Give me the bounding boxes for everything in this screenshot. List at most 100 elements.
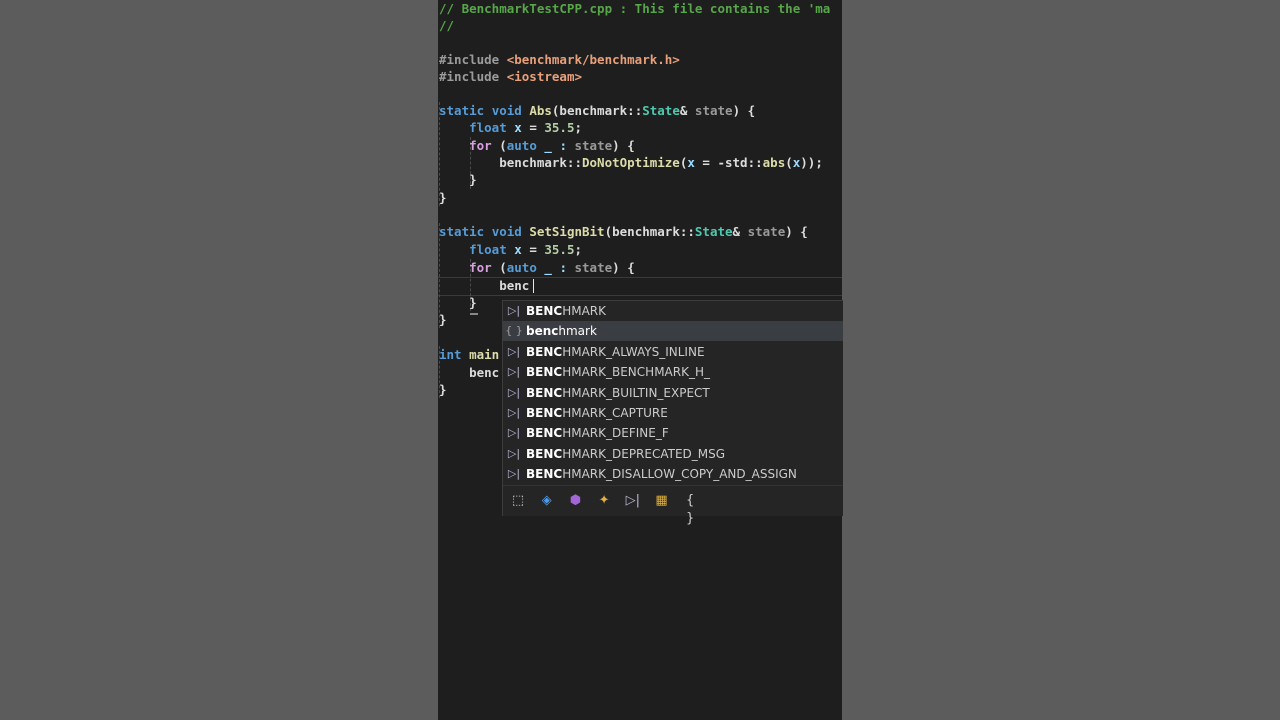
macro-icon: ▷| — [507, 344, 521, 358]
filter-struct-icon[interactable]: ⬢ — [566, 492, 584, 510]
suggestion-match: BENC — [526, 304, 563, 318]
code-token: = — [521, 120, 545, 135]
suggestion-match: BENC — [526, 406, 563, 420]
code-line[interactable]: benc — [439, 364, 499, 381]
code-token: #include — [439, 69, 507, 84]
code-line[interactable]: static void Abs(benchmark::State& state)… — [439, 102, 755, 119]
code-token: ) { — [785, 224, 808, 239]
code-token: 35.5 — [544, 242, 575, 257]
suggestion-item[interactable]: ▷| BENCHMARK_ALWAYS_INLINE — [503, 342, 843, 362]
code-token: & — [679, 103, 695, 118]
code-token: (benchmark:: — [551, 103, 643, 118]
code-token: x — [514, 242, 522, 257]
code-token: x — [514, 120, 522, 135]
filter-macro-icon[interactable]: ▷| — [624, 492, 642, 510]
filter-member-icon[interactable]: ✦ — [595, 492, 613, 510]
code-token: ( — [499, 260, 507, 275]
code-token: auto — [506, 138, 545, 153]
suggestion-rest: HMARK_BUILTIN_EXPECT — [562, 385, 710, 400]
code-token: for — [469, 138, 500, 153]
code-token: static — [439, 224, 492, 239]
code-token: state — [694, 103, 733, 118]
suggestion-match: BENC — [526, 467, 563, 482]
code-token: <iostream> — [506, 69, 582, 84]
code-token: } — [439, 295, 477, 310]
macro-icon: ▷| — [507, 365, 521, 379]
code-token: state — [747, 224, 786, 239]
code-line[interactable]: // — [439, 17, 454, 34]
suggestion-label: BENCHMARK_CAPTURE — [526, 403, 668, 423]
code-token: = — [521, 242, 545, 257]
code-token: DoNotOptimize — [582, 155, 680, 170]
suggestion-rest: hmark — [558, 324, 597, 339]
suggestion-rest: HMARK_DISALLOW_COPY_AND_ASSIGN — [562, 467, 797, 482]
suggestion-item[interactable]: ▷| BENCHMARK — [503, 301, 843, 321]
code-line[interactable]: float x = 35.5; — [439, 119, 582, 136]
code-token: ; — [574, 120, 583, 135]
code-token: x — [687, 155, 695, 170]
code-line[interactable]: } — [439, 189, 447, 206]
code-token: } — [439, 382, 447, 397]
code-line[interactable]: int main — [439, 346, 499, 363]
code-line[interactable]: static void SetSignBit(benchmark::State&… — [439, 223, 808, 240]
code-line[interactable]: } — [439, 381, 447, 398]
namespace-icon: { } — [505, 324, 523, 338]
suggestion-item[interactable]: ▷| BENCHMARK_DEFINE_F — [503, 423, 843, 443]
suggestion-item[interactable]: ▷| BENCHMARK_DEPRECATED_MSG — [503, 444, 843, 464]
code-token: ( — [785, 155, 793, 170]
suggestion-item[interactable]: ▷| BENCHMARK_DISALLOW_COPY_AND_ASSIGN — [503, 464, 843, 484]
text-caret — [533, 279, 534, 293]
code-line[interactable]: } — [439, 294, 477, 311]
code-token: float — [469, 242, 515, 257]
code-token: State — [642, 103, 680, 118]
code-line[interactable]: #include <benchmark/benchmark.h> — [439, 51, 680, 68]
code-token: state — [574, 260, 613, 275]
code-token: 35.5 — [544, 120, 575, 135]
code-token: abs — [762, 155, 786, 170]
macro-icon: ▷| — [507, 446, 521, 460]
intellisense-suggestion-list[interactable]: ▷| BENCHMARK{ } benchmark ▷| BENCHMARK_ALWAY… — [502, 300, 843, 526]
filter-enum-icon[interactable]: ▦ — [653, 492, 671, 510]
suggestion-rest: HMARK_DEFINE_F — [562, 426, 669, 441]
code-line[interactable]: } — [439, 171, 477, 188]
suggestion-item[interactable]: ▷| BENCHMARK_CAPTURE — [503, 403, 843, 423]
code-line[interactable]: float x = 35.5; — [439, 241, 582, 258]
suggestion-label: BENCHMARK_BUILTIN_EXPECT — [526, 383, 710, 403]
suggestion-item[interactable]: ▷| BENCHMARK_BUILTIN_EXPECT — [503, 383, 843, 403]
macro-icon: ▷| — [507, 406, 521, 419]
suggestion-filter-toolbar: ⬚ ◈ ⬢ ✦ ▷| ▦ { } — [503, 485, 843, 526]
code-token: ( — [499, 138, 507, 153]
code-line[interactable]: } — [439, 311, 447, 328]
macro-icon: ▷| — [507, 467, 521, 481]
code-line[interactable]: for (auto _ : state) { — [439, 259, 635, 276]
code-token: benc — [439, 278, 530, 293]
code-token: benchmark:: — [439, 155, 582, 170]
suggestion-rest: HMARK_DEPRECATED_MSG — [562, 446, 726, 461]
suggestion-label: BENCHMARK_DISALLOW_COPY_AND_ASSIGN — [526, 464, 797, 484]
suggestion-label: BENCHMARK_ALWAYS_INLINE — [526, 342, 705, 362]
macro-icon: ▷| — [507, 426, 521, 440]
code-line[interactable]: benchmark::DoNotOptimize(x = -std::abs(x… — [439, 154, 823, 171]
code-token: // — [439, 18, 455, 33]
code-token: // BenchmarkTestCPP.cpp : This file cont… — [439, 1, 831, 16]
code-line[interactable]: for (auto _ : state) { — [439, 137, 635, 154]
suggestion-label: BENCHMARK_BENCHMARK_H_ — [526, 362, 710, 382]
suggestion-match: BENC — [526, 446, 563, 461]
code-token: } — [439, 312, 447, 327]
suggestion-item[interactable]: ▷| BENCHMARK_BENCHMARK_H_ — [503, 362, 843, 382]
code-token: void — [491, 224, 530, 239]
code-token: state — [574, 138, 613, 153]
code-line[interactable]: benc — [439, 277, 529, 294]
filter-class-icon[interactable]: ◈ — [538, 492, 556, 510]
suggestion-item[interactable]: { } benchmark — [503, 321, 843, 342]
code-line[interactable]: #include <iostream> — [439, 68, 582, 85]
suggestion-label: BENCHMARK_DEFINE_F — [526, 423, 669, 443]
filter-all-icon[interactable]: ⬚ — [509, 492, 527, 510]
code-line[interactable]: // BenchmarkTestCPP.cpp : This file cont… — [439, 0, 830, 17]
suggestion-rest: HMARK — [562, 304, 606, 318]
filter-namespace-icon[interactable]: { } — [681, 492, 699, 526]
